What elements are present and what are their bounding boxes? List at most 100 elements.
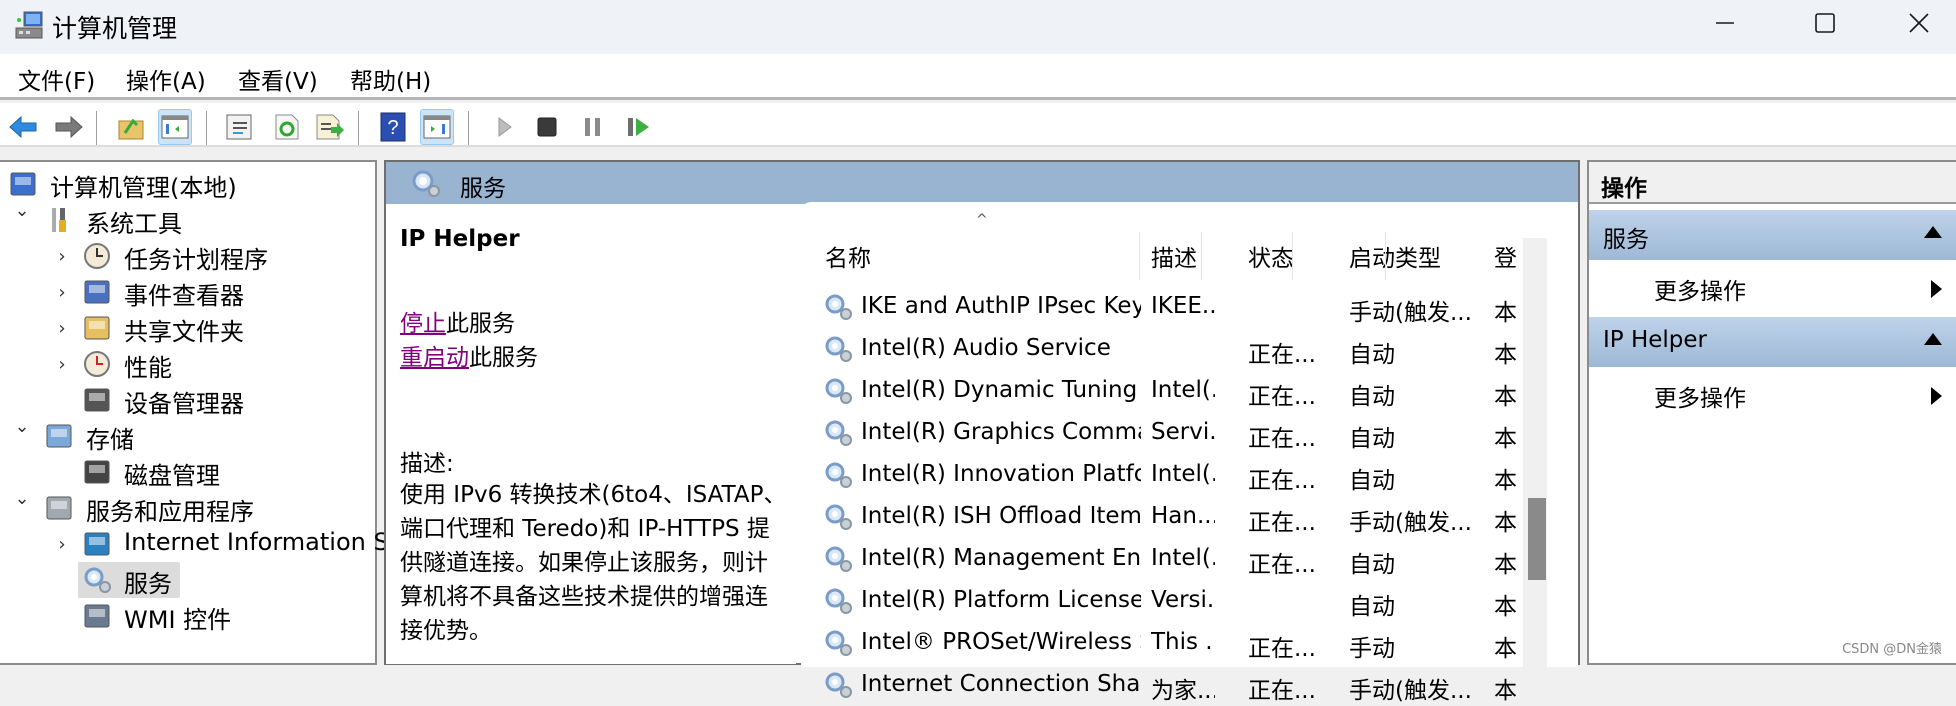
- tree-item-label: 设备管理器: [124, 390, 244, 418]
- action-group-services[interactable]: 服务: [1589, 210, 1956, 260]
- chevron-right-icon[interactable]: ›: [52, 246, 72, 267]
- cell-desc: This ...: [1151, 629, 1215, 655]
- chevron-down-icon[interactable]: ⌄: [12, 416, 32, 437]
- column-divider[interactable]: [1292, 232, 1293, 280]
- pause-service-button[interactable]: [576, 109, 610, 145]
- forward-arrow-icon: [55, 115, 83, 139]
- cell-logon: 本: [1494, 552, 1517, 578]
- service-row[interactable]: Intel(R) Dynamic Tuning T... Intel(... 正在.…: [801, 370, 1521, 412]
- tree-item[interactable]: ⌄ 系统工具: [0, 200, 375, 238]
- show-hide-console-tree-button[interactable]: [158, 109, 192, 145]
- service-row[interactable]: Intel(R) Innovation Platfor... Intel(... 正…: [801, 454, 1521, 496]
- performance-icon: [84, 351, 110, 377]
- restart-service-icon: [628, 118, 649, 136]
- cell-status: 正在...: [1248, 510, 1316, 536]
- chevron-down-icon[interactable]: ⌄: [12, 200, 32, 221]
- column-header-status[interactable]: 状态: [1248, 230, 1294, 282]
- cell-status: 正在...: [1248, 426, 1316, 452]
- submenu-arrow-icon: [1931, 280, 1942, 298]
- menu-file[interactable]: 文件(F): [18, 62, 95, 96]
- column-header-name[interactable]: 名称: [825, 230, 871, 282]
- minimize-button[interactable]: [1680, 0, 1770, 46]
- export-list-button[interactable]: [313, 109, 347, 145]
- chevron-right-icon[interactable]: ›: [52, 534, 72, 555]
- tree-item[interactable]: ⌄ 存储: [0, 416, 375, 454]
- properties-button[interactable]: [222, 109, 256, 145]
- menu-view[interactable]: 查看(V): [238, 62, 318, 96]
- description-line: 端口代理和 Teredo)和 IP-HTTPS 提: [400, 516, 770, 542]
- tree-item[interactable]: WMI 控件: [0, 598, 375, 634]
- properties-icon: [226, 114, 252, 140]
- menu-action[interactable]: 操作(A): [126, 62, 206, 96]
- refresh-button[interactable]: [270, 109, 304, 145]
- toolbar: ?: [0, 103, 1956, 147]
- tree-item[interactable]: 计算机管理(本地): [0, 166, 375, 202]
- up-one-level-button[interactable]: [114, 109, 148, 145]
- service-row[interactable]: Intel(R) Graphics Comman... Servi... 正在...…: [801, 412, 1521, 454]
- tools-icon: [52, 208, 66, 232]
- cell-startup: 自动: [1349, 384, 1395, 410]
- column-divider[interactable]: [1139, 232, 1140, 280]
- title-bar: 计算机管理: [0, 0, 1956, 54]
- collapse-up-icon[interactable]: [1924, 333, 1942, 345]
- restart-service-button[interactable]: [622, 109, 656, 145]
- tree-item[interactable]: › 性能: [0, 346, 375, 382]
- service-row[interactable]: Intel(R) Management Engi... Intel(... 正在..…: [801, 538, 1521, 580]
- back-button[interactable]: [6, 109, 40, 145]
- action-more-actions[interactable]: 更多操作: [1589, 369, 1956, 419]
- maximize-icon: [1815, 13, 1835, 33]
- start-service-button[interactable]: [488, 109, 522, 145]
- show-hide-action-pane-button[interactable]: [420, 109, 454, 145]
- tree-item[interactable]: › 事件查看器: [0, 274, 375, 310]
- help-button[interactable]: ?: [376, 109, 410, 145]
- menu-help[interactable]: 帮助(H): [350, 62, 431, 96]
- action-group-ip-helper[interactable]: IP Helper: [1589, 317, 1956, 367]
- chevron-right-icon[interactable]: ›: [52, 282, 72, 303]
- tree-item[interactable]: › Internet Information Se: [0, 526, 403, 562]
- column-header-description[interactable]: 描述: [1151, 230, 1197, 282]
- show-hide-console-tree-icon: [161, 115, 189, 139]
- column-divider[interactable]: [1385, 232, 1386, 280]
- service-gear-icon: [825, 378, 852, 404]
- tree-item[interactable]: 设备管理器: [0, 382, 375, 418]
- stop-service-link[interactable]: 停止: [400, 311, 446, 337]
- service-row[interactable]: IKE and AuthIP IPsec Keyin... IKEE... 手动(触…: [801, 286, 1521, 328]
- cell-desc: Servi...: [1151, 419, 1215, 445]
- action-more-actions[interactable]: 更多操作: [1589, 262, 1956, 312]
- service-row[interactable]: Intel® PROSet/Wireless S... This ... 正在...…: [801, 622, 1521, 664]
- service-row[interactable]: Internet Connection Sharin... 为家... 正在... 手…: [801, 664, 1521, 706]
- forward-button[interactable]: [52, 109, 86, 145]
- cell-status: 正在...: [1248, 342, 1316, 368]
- cell-startup: 自动: [1349, 552, 1395, 578]
- sort-ascending-icon: ^: [976, 212, 988, 228]
- tree-item[interactable]: › 任务计划程序: [0, 238, 375, 274]
- description-line: 供隧道连接。如果停止该服务，则计: [400, 550, 768, 576]
- maximize-button[interactable]: [1780, 0, 1870, 46]
- chevron-right-icon[interactable]: ›: [52, 354, 72, 375]
- column-divider[interactable]: [1201, 232, 1202, 280]
- services-header: 服务: [386, 162, 1578, 204]
- service-row[interactable]: Intel(R) Audio Service 正在... 自动 本: [801, 328, 1521, 370]
- service-row[interactable]: Intel(R) ISH Offload Item S... Han... 正在..…: [801, 496, 1521, 538]
- stop-service-icon: [537, 117, 557, 137]
- device-manager-icon: [84, 388, 110, 412]
- minimize-icon: [1716, 22, 1734, 24]
- collapse-up-icon[interactable]: [1924, 226, 1942, 238]
- event-viewer-icon: [84, 280, 110, 304]
- tree-item[interactable]: 服务: [0, 562, 375, 598]
- service-row[interactable]: Intel(R) Platform License M... Versi... 自动…: [801, 580, 1521, 622]
- vertical-scrollbar[interactable]: [1523, 238, 1547, 668]
- tree-item[interactable]: ⌄ 服务和应用程序: [0, 488, 375, 526]
- column-header-startup-type[interactable]: 启动类型: [1349, 230, 1441, 282]
- tree-item[interactable]: 磁盘管理: [0, 454, 375, 490]
- chevron-right-icon[interactable]: ›: [52, 318, 72, 339]
- services-apps-icon: [46, 496, 72, 520]
- restart-service-link[interactable]: 重启动: [400, 345, 469, 371]
- tree-item[interactable]: › 共享文件夹: [0, 310, 375, 346]
- close-button[interactable]: [1874, 0, 1956, 46]
- stop-service-button[interactable]: [530, 109, 564, 145]
- column-header-logon[interactable]: 登: [1494, 230, 1518, 282]
- scrollbar-thumb[interactable]: [1528, 498, 1546, 580]
- actions-pane: 操作 服务 更多操作 IP Helper 更多操作 CSDN @DN金猿: [1587, 160, 1956, 665]
- chevron-down-icon[interactable]: ⌄: [12, 488, 32, 509]
